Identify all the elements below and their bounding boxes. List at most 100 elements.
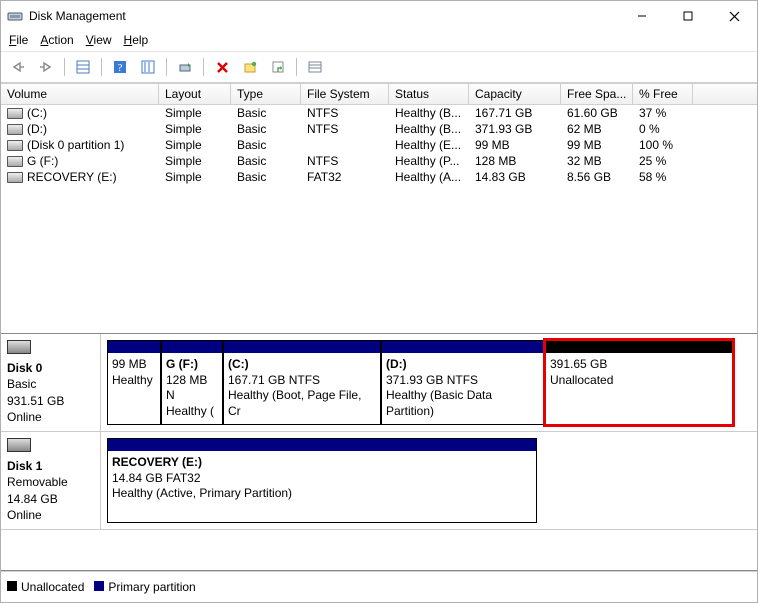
show-hide-tree-icon[interactable] bbox=[71, 55, 95, 79]
partition-size: 391.65 GB bbox=[550, 357, 728, 373]
maximize-button[interactable] bbox=[665, 1, 711, 31]
minimize-button[interactable] bbox=[619, 1, 665, 31]
unallocated-space[interactable]: 391.65 GBUnallocated bbox=[545, 340, 733, 425]
volume-status: Healthy (B... bbox=[389, 121, 469, 137]
volume-row[interactable]: (Disk 0 partition 1)SimpleBasicHealthy (… bbox=[1, 137, 757, 153]
col-volume[interactable]: Volume bbox=[1, 84, 159, 104]
volume-layout: Simple bbox=[159, 105, 231, 121]
disk-map: Disk 0Basic931.51 GBOnline99 MBHealthyG … bbox=[1, 333, 757, 571]
partition-status: Healthy (Active, Primary Partition) bbox=[112, 486, 532, 502]
partition[interactable]: (C:)167.71 GB NTFSHealthy (Boot, Page Fi… bbox=[223, 340, 381, 425]
volume-capacity: 128 MB bbox=[469, 153, 561, 169]
volume-name: RECOVERY (E:) bbox=[1, 169, 159, 185]
back-icon[interactable] bbox=[6, 55, 30, 79]
volume-pct: 0 % bbox=[633, 121, 693, 137]
disk-status: Online bbox=[7, 508, 42, 522]
volume-layout: Simple bbox=[159, 153, 231, 169]
disk-label[interactable]: Disk 0Basic931.51 GBOnline bbox=[1, 334, 101, 431]
volume-free: 62 MB bbox=[561, 121, 633, 137]
col-type[interactable]: Type bbox=[231, 84, 301, 104]
partition-color-bar bbox=[162, 341, 222, 353]
volume-fs: NTFS bbox=[301, 153, 389, 169]
menu-view[interactable]: View bbox=[86, 33, 112, 47]
partition-status: Healthy ( bbox=[166, 404, 218, 420]
disk-status: Online bbox=[7, 410, 42, 424]
legend-unallocated: Unallocated bbox=[7, 580, 84, 594]
legend-primary: Primary partition bbox=[94, 580, 195, 594]
drive-icon bbox=[7, 124, 23, 135]
partition-color-bar bbox=[224, 341, 380, 353]
partition-color-bar bbox=[382, 341, 544, 353]
disk-label[interactable]: Disk 1Removable14.84 GBOnline bbox=[1, 432, 101, 529]
partition[interactable]: 99 MBHealthy bbox=[107, 340, 161, 425]
volume-free: 8.56 GB bbox=[561, 169, 633, 185]
drive-icon bbox=[7, 156, 23, 167]
volume-pct: 58 % bbox=[633, 169, 693, 185]
volume-type: Basic bbox=[231, 169, 301, 185]
partition-size: 167.71 GB NTFS bbox=[228, 373, 376, 389]
volume-row[interactable]: G (F:)SimpleBasicNTFSHealthy (P...128 MB… bbox=[1, 153, 757, 169]
partition[interactable]: (D:)371.93 GB NTFSHealthy (Basic Data Pa… bbox=[381, 340, 545, 425]
title-bar: Disk Management bbox=[1, 1, 757, 31]
partition-title: (D:) bbox=[386, 357, 540, 373]
partition[interactable]: G (F:)128 MB NHealthy ( bbox=[161, 340, 223, 425]
partition-size: 99 MB bbox=[112, 357, 156, 373]
volume-status: Healthy (P... bbox=[389, 153, 469, 169]
volume-row[interactable]: (D:)SimpleBasicNTFSHealthy (B...371.93 G… bbox=[1, 121, 757, 137]
volume-type: Basic bbox=[231, 105, 301, 121]
volume-type: Basic bbox=[231, 137, 301, 153]
col-fs[interactable]: File System bbox=[301, 84, 389, 104]
volume-capacity: 14.83 GB bbox=[469, 169, 561, 185]
help-icon[interactable]: ? bbox=[108, 55, 132, 79]
volume-pct: 25 % bbox=[633, 153, 693, 169]
volume-layout: Simple bbox=[159, 169, 231, 185]
forward-icon[interactable] bbox=[34, 55, 58, 79]
partition-color-bar bbox=[546, 341, 732, 353]
properties-icon[interactable] bbox=[266, 55, 290, 79]
col-layout[interactable]: Layout bbox=[159, 84, 231, 104]
volume-row[interactable]: (C:)SimpleBasicNTFSHealthy (B...167.71 G… bbox=[1, 105, 757, 121]
col-status[interactable]: Status bbox=[389, 84, 469, 104]
partition-status: Unallocated bbox=[550, 373, 728, 389]
disk-name: Disk 0 bbox=[7, 360, 96, 376]
volume-free: 32 MB bbox=[561, 153, 633, 169]
list-icon[interactable] bbox=[303, 55, 327, 79]
partition-status: Healthy bbox=[112, 373, 156, 389]
volume-status: Healthy (E... bbox=[389, 137, 469, 153]
volume-free: 99 MB bbox=[561, 137, 633, 153]
delete-icon[interactable] bbox=[210, 55, 234, 79]
partition-size: 14.84 GB FAT32 bbox=[112, 471, 532, 487]
menu-file[interactable]: File bbox=[9, 33, 28, 47]
menu-help[interactable]: Help bbox=[124, 33, 149, 47]
col-pct[interactable]: % Free bbox=[633, 84, 693, 104]
volume-status: Healthy (B... bbox=[389, 105, 469, 121]
svg-text:?: ? bbox=[118, 62, 123, 74]
volume-layout: Simple bbox=[159, 121, 231, 137]
col-free[interactable]: Free Spa... bbox=[561, 84, 633, 104]
partition-title: G (F:) bbox=[166, 357, 218, 373]
disk-row: Disk 1Removable14.84 GBOnlineRECOVERY (E… bbox=[1, 432, 757, 530]
partition-title: RECOVERY (E:) bbox=[112, 455, 532, 471]
menu-bar: File Action View Help bbox=[1, 31, 757, 52]
close-button[interactable] bbox=[711, 1, 757, 31]
volume-type: Basic bbox=[231, 121, 301, 137]
col-capacity[interactable]: Capacity bbox=[469, 84, 561, 104]
caption-buttons bbox=[619, 1, 757, 31]
partition-title: (C:) bbox=[228, 357, 376, 373]
toolbar: ? bbox=[1, 52, 757, 83]
volume-status: Healthy (A... bbox=[389, 169, 469, 185]
disk-partitions: 99 MBHealthyG (F:)128 MB NHealthy ((C:)1… bbox=[101, 334, 757, 431]
partition[interactable]: RECOVERY (E:)14.84 GB FAT32Healthy (Acti… bbox=[107, 438, 537, 523]
refresh-icon[interactable] bbox=[173, 55, 197, 79]
volume-free: 61.60 GB bbox=[561, 105, 633, 121]
volume-row[interactable]: RECOVERY (E:)SimpleBasicFAT32Healthy (A.… bbox=[1, 169, 757, 185]
volume-list[interactable]: (C:)SimpleBasicNTFSHealthy (B...167.71 G… bbox=[1, 105, 757, 333]
settings-icon[interactable] bbox=[136, 55, 160, 79]
partition-size: 371.93 GB NTFS bbox=[386, 373, 540, 389]
legend: Unallocated Primary partition bbox=[1, 571, 757, 602]
menu-action[interactable]: Action bbox=[40, 33, 73, 47]
disk-management-window: Disk Management File Action View Help ? bbox=[0, 0, 758, 603]
create-icon[interactable] bbox=[238, 55, 262, 79]
volume-name: G (F:) bbox=[1, 153, 159, 169]
partition-color-bar bbox=[108, 439, 536, 451]
